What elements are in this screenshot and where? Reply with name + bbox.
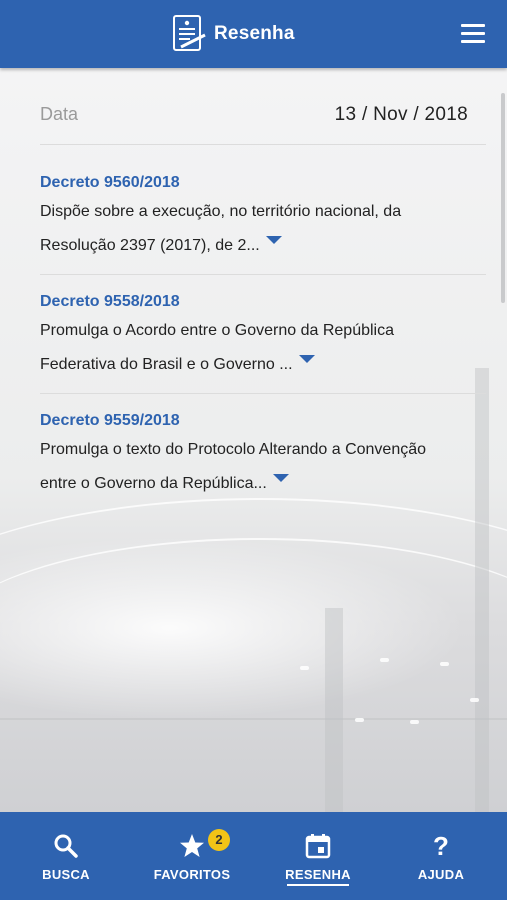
- date-label: Data: [40, 104, 79, 124]
- favorites-count-badge: 2: [208, 829, 230, 851]
- list-item[interactable]: Decreto 9560/2018 Dispõe sobre a execuçã…: [40, 171, 486, 263]
- date-selector[interactable]: Data 13 / Nov / 2018: [40, 104, 468, 134]
- nav-label: RESENHA: [285, 867, 351, 882]
- item-summary-line: entre o Governo da República...: [40, 475, 267, 492]
- nav-resenha[interactable]: RESENHA: [255, 812, 381, 900]
- list-item[interactable]: Decreto 9559/2018 Promulga o texto do Pr…: [40, 409, 486, 501]
- app-title: Resenha: [214, 23, 295, 44]
- item-summary-line: Resolução 2397 (2017), de 2...: [40, 237, 260, 254]
- divider: [40, 274, 486, 275]
- item-title[interactable]: Decreto 9558/2018: [40, 290, 486, 314]
- list-item[interactable]: Decreto 9558/2018 Promulga o Acordo entr…: [40, 290, 486, 382]
- calendar-icon: [304, 832, 332, 860]
- active-tab-indicator: [287, 884, 349, 886]
- expand-caret-icon[interactable]: [272, 474, 289, 482]
- nav-label: FAVORITOS: [153, 867, 231, 882]
- divider: [40, 144, 486, 145]
- nav-favoritos[interactable]: FAVORITOS: [129, 812, 255, 900]
- hamburger-menu-icon[interactable]: [461, 24, 485, 44]
- item-title[interactable]: Decreto 9559/2018: [40, 409, 486, 433]
- item-summary-line: Promulga o texto do Protocolo Alterando …: [40, 441, 427, 458]
- document-pen-icon: [172, 14, 208, 54]
- nav-label: BUSCA: [42, 867, 90, 882]
- item-summary-line: Federativa do Brasil e o Governo ...: [40, 356, 293, 373]
- expand-caret-icon[interactable]: [265, 236, 282, 244]
- nav-label: AJUDA: [417, 867, 465, 882]
- nav-busca[interactable]: BUSCA: [3, 812, 129, 900]
- item-title[interactable]: Decreto 9560/2018: [40, 171, 486, 195]
- expand-caret-icon[interactable]: [298, 355, 315, 363]
- divider: [40, 393, 486, 394]
- nav-ajuda[interactable]: ? AJUDA: [378, 812, 504, 900]
- date-value[interactable]: 13 / Nov / 2018: [335, 104, 468, 126]
- item-summary-line: Dispõe sobre a execução, no território n…: [40, 203, 402, 220]
- item-summary-line: Promulga o Acordo entre o Governo da Rep…: [40, 322, 394, 339]
- star-icon: [178, 832, 206, 860]
- brand: Resenha: [172, 14, 295, 54]
- question-mark-icon: ?: [433, 831, 449, 861]
- app-header: Resenha: [0, 0, 507, 68]
- scrollbar[interactable]: [501, 93, 505, 303]
- search-icon: [52, 832, 80, 860]
- bottom-navigation: BUSCA FAVORITOS 2 RESENHA ? AJUDA: [0, 812, 507, 900]
